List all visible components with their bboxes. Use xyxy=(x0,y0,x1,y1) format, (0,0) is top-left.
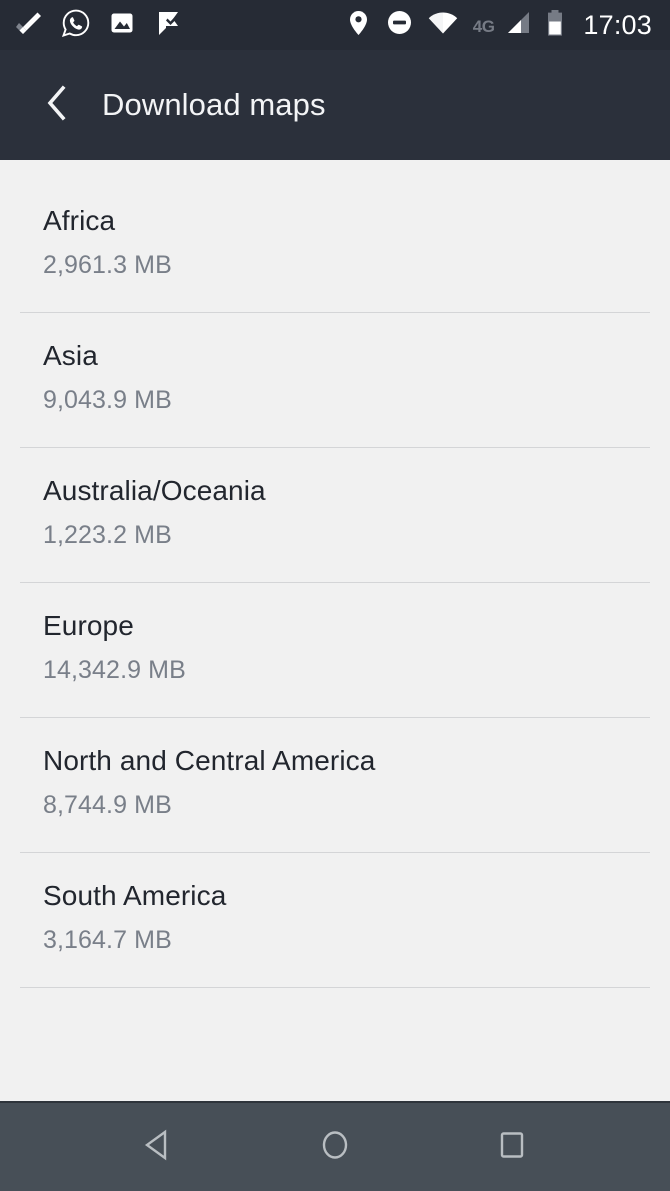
list-item-size: 9,043.9 MB xyxy=(43,385,172,414)
list-item[interactable]: Europe 14,342.9 MB xyxy=(0,583,670,718)
list-item[interactable]: Australia/Oceania 1,223.2 MB xyxy=(0,448,670,583)
do-not-disturb-icon xyxy=(386,9,413,41)
list-item-title: Africa xyxy=(43,205,116,236)
photo-icon xyxy=(108,9,136,42)
nav-recents-button[interactable] xyxy=(472,1117,552,1177)
status-bar-clock: 17:03 xyxy=(583,9,652,40)
page-title: Download maps xyxy=(102,87,326,122)
download-maps-list: Africa 2,961.3 MB Asia 9,043.9 MB Austra… xyxy=(0,160,670,1101)
tasks-check-icon xyxy=(16,9,44,42)
wifi-icon xyxy=(428,11,458,40)
status-bar-left-icons xyxy=(16,9,182,42)
list-item[interactable]: Asia 9,043.9 MB xyxy=(0,313,670,448)
list-item[interactable]: South America 3,164.7 MB xyxy=(0,853,670,988)
home-circle-icon xyxy=(318,1127,352,1168)
signal-bars-icon xyxy=(505,11,531,40)
list-item[interactable]: North and Central America 8,744.9 MB xyxy=(0,718,670,853)
list-item-size: 3,164.7 MB xyxy=(43,925,172,954)
location-pin-icon xyxy=(346,9,371,42)
recents-square-icon xyxy=(495,1127,529,1168)
status-bar: 4G 17:03 xyxy=(0,0,670,50)
flag-check-icon xyxy=(154,9,182,42)
list-item-size: 14,342.9 MB xyxy=(43,655,186,684)
phone-screen: 4G 17:03 Download maps Africa 2,961.3 MB… xyxy=(0,0,670,1191)
nav-home-button[interactable] xyxy=(295,1117,375,1177)
back-chevron-icon xyxy=(44,83,70,128)
nav-back-button[interactable] xyxy=(118,1117,198,1177)
list-item-title: South America xyxy=(43,880,227,911)
back-triangle-icon xyxy=(141,1127,175,1168)
battery-icon xyxy=(546,9,564,42)
whatsapp-icon xyxy=(61,9,90,42)
list-divider xyxy=(20,987,650,988)
network-type-label: 4G xyxy=(472,16,495,36)
list-item-title: Asia xyxy=(43,340,98,371)
list-item-size: 8,744.9 MB xyxy=(43,790,172,819)
back-button[interactable] xyxy=(40,83,74,128)
list-item-title: North and Central America xyxy=(43,745,376,776)
status-bar-right-icons: 4G 17:03 xyxy=(346,9,652,42)
list-item-title: Australia/Oceania xyxy=(43,475,266,506)
list-item-title: Europe xyxy=(43,610,134,641)
list-item-size: 2,961.3 MB xyxy=(43,250,172,279)
android-nav-bar xyxy=(0,1101,670,1191)
app-bar: Download maps xyxy=(0,50,670,160)
list-item-size: 1,223.2 MB xyxy=(43,520,172,549)
list-item[interactable]: Africa 2,961.3 MB xyxy=(0,178,670,313)
